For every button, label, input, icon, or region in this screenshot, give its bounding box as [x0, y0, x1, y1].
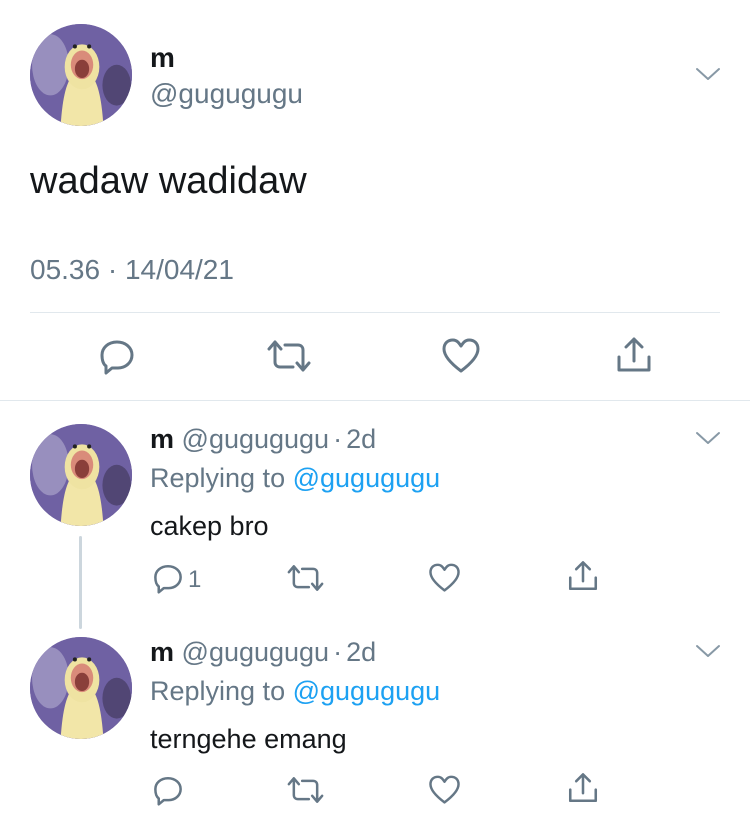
reply-icon[interactable]: [152, 774, 184, 806]
share-icon[interactable]: [566, 771, 600, 805]
share-icon[interactable]: [566, 559, 600, 593]
thread-line: [79, 536, 82, 629]
handle[interactable]: @gugugugu: [182, 424, 330, 454]
reply-icon[interactable]: [98, 337, 136, 375]
tweet-text: wadaw wadidaw: [30, 160, 307, 202]
reply-text: terngehe emang: [150, 724, 347, 754]
reply-header: m @gugugugu · 2d: [150, 424, 376, 455]
replying-to: Replying to @gugugugu: [150, 676, 440, 707]
reply-icon[interactable]: [152, 562, 184, 594]
chevron-down-icon[interactable]: [695, 643, 721, 659]
replying-to-link[interactable]: @gugugugu: [293, 676, 441, 706]
replying-to: Replying to @gugugugu: [150, 463, 440, 494]
reply-age[interactable]: 2d: [346, 424, 376, 454]
replying-to-link[interactable]: @gugugugu: [293, 463, 441, 493]
avatar[interactable]: [30, 424, 132, 526]
retweet-icon[interactable]: [267, 338, 311, 374]
reply-header: m @gugugugu · 2d: [150, 637, 376, 668]
handle[interactable]: @gugugugu: [150, 78, 303, 110]
replying-prefix: Replying to: [150, 676, 286, 706]
separator: ·: [333, 637, 343, 667]
heart-icon[interactable]: [428, 562, 461, 594]
divider: [30, 312, 720, 313]
handle[interactable]: @gugugugu: [182, 637, 330, 667]
display-name[interactable]: m: [150, 42, 175, 74]
duck-avatar-image: [30, 424, 132, 526]
heart-icon[interactable]: [441, 337, 481, 375]
display-name[interactable]: m: [150, 424, 174, 454]
reply-count: 1: [188, 566, 202, 593]
avatar[interactable]: [30, 637, 132, 739]
heart-icon[interactable]: [428, 774, 461, 806]
reply-text: cakep bro: [150, 511, 269, 541]
retweet-icon[interactable]: [287, 563, 324, 593]
duck-avatar-image: [30, 637, 132, 739]
share-icon[interactable]: [614, 335, 654, 375]
replying-prefix: Replying to: [150, 463, 286, 493]
reply-age[interactable]: 2d: [346, 637, 376, 667]
separator: ·: [333, 424, 343, 454]
duck-avatar-image: [30, 24, 132, 126]
display-name[interactable]: m: [150, 637, 174, 667]
avatar[interactable]: [30, 24, 132, 126]
retweet-icon[interactable]: [287, 775, 324, 805]
chevron-down-icon[interactable]: [695, 430, 721, 446]
divider: [0, 400, 750, 401]
chevron-down-icon[interactable]: [695, 66, 721, 82]
tweet-timestamp[interactable]: 05.36 · 14/04/21: [30, 254, 234, 286]
